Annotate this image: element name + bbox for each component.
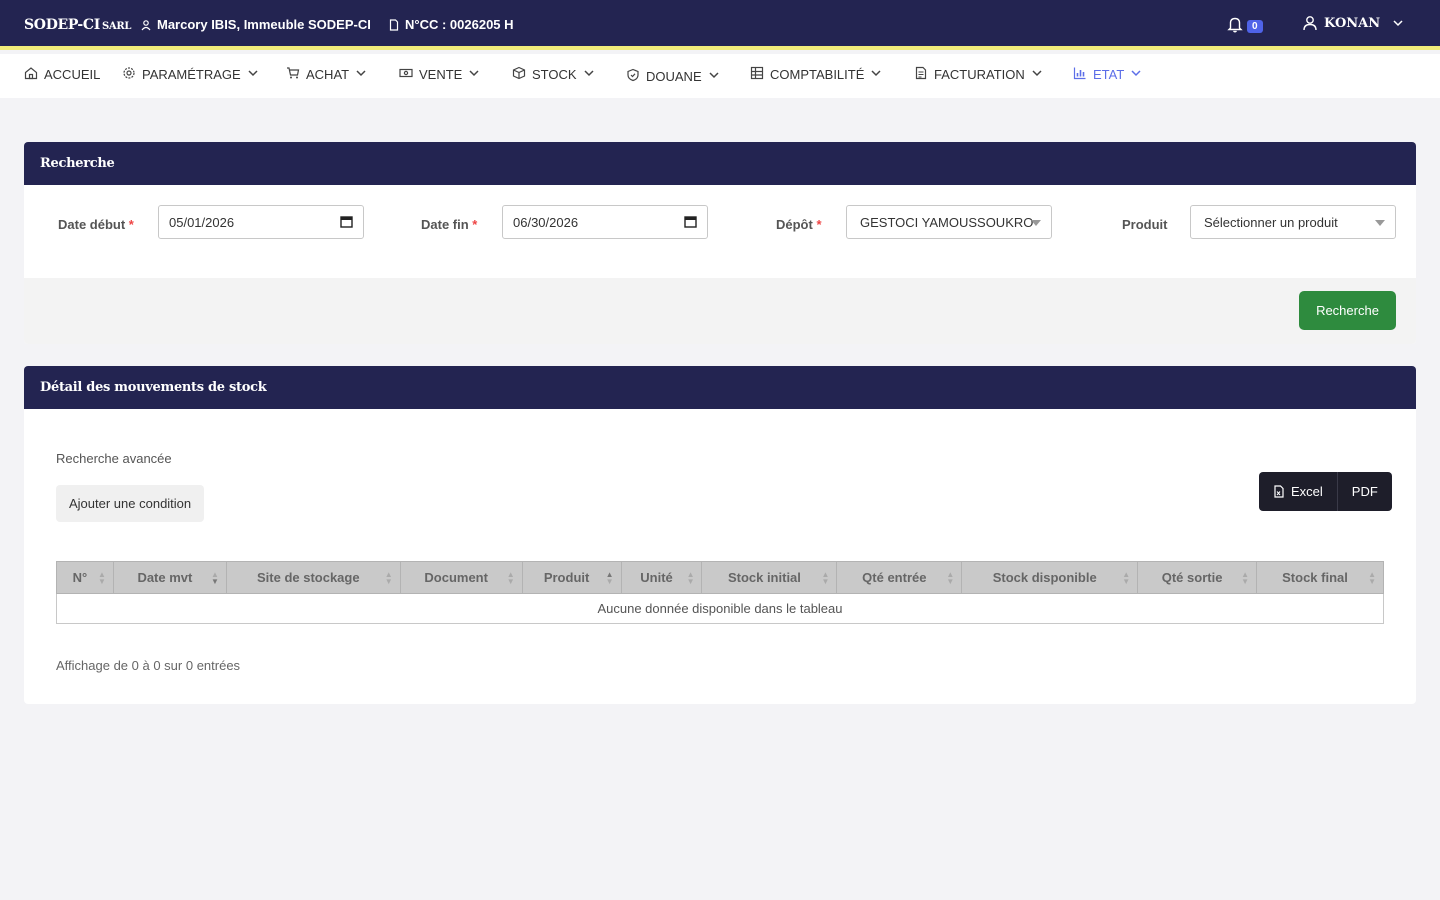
- column-header-site-stockage[interactable]: Site de stockage ▲ ▼: [225, 561, 401, 594]
- nav-label: VENTE: [419, 67, 463, 82]
- chevron-down-icon: [1393, 20, 1403, 27]
- column-header-unite[interactable]: Unité ▲ ▼: [620, 561, 703, 594]
- chevron-down-icon: [584, 70, 594, 77]
- gear-icon: [123, 67, 135, 79]
- search-card-footer: Recherche: [24, 278, 1416, 344]
- user-icon: [1303, 16, 1317, 31]
- nav-item-vente[interactable]: VENTE: [399, 66, 480, 83]
- export-button-group: Excel PDF: [1259, 472, 1392, 511]
- depot-value: GESTOCI YAMOUSSOUKRO: [860, 214, 1034, 230]
- company-ncc: N°CC : 0026205 H: [388, 17, 514, 32]
- table-row: Aucune donnée disponible dans le tableau: [56, 593, 1384, 624]
- nav-label: ACHAT: [306, 67, 350, 82]
- nav-label: ETAT: [1093, 67, 1125, 82]
- search-form: Date début * 05/01/2026 Date fin * 06/30…: [24, 185, 1416, 278]
- search-card-title: Recherche: [24, 142, 1416, 185]
- table-info: Affichage de 0 à 0 sur 0 entrées: [56, 658, 241, 673]
- notifications-button[interactable]: 0: [1226, 15, 1263, 33]
- address-text: Marcory IBIS, Immeuble SODEP-CI: [157, 17, 371, 32]
- produit-select[interactable]: Sélectionner un produit: [1190, 205, 1396, 239]
- nav-item-comptabilite[interactable]: COMPTABILITÉ: [750, 66, 882, 83]
- nav-item-accueil[interactable]: ACCUEIL: [24, 66, 100, 83]
- empty-table-message: Aucune donnée disponible dans le tableau: [56, 593, 1384, 624]
- ncc-text: N°CC : 0026205 H: [405, 17, 514, 32]
- search-button[interactable]: Recherche: [1299, 291, 1396, 330]
- invoice-icon: [915, 66, 927, 80]
- column-header-date-mvt[interactable]: Date mvt ▲ ▼: [112, 561, 227, 594]
- stock-movements-table: N° ▲ ▼ Date mvt ▲ ▼ Site de stockage ▲ ▼ Docum…: [56, 561, 1384, 624]
- nav-label: FACTURATION: [934, 67, 1025, 82]
- nav-label: STOCK: [532, 67, 577, 82]
- user-menu[interactable]: KONAN: [1302, 15, 1404, 31]
- stock-movements-card: Détail des mouvements de stock Recherche…: [24, 366, 1416, 704]
- calendar-icon[interactable]: [340, 215, 353, 228]
- nav-label: DOUANE: [646, 69, 702, 84]
- company-address: Marcory IBIS, Immeuble SODEP-CI: [140, 17, 371, 32]
- chevron-down-icon: [709, 72, 719, 79]
- produit-label: Produit: [1122, 217, 1168, 232]
- brand-suffix: SARL: [101, 21, 132, 32]
- stock-movements-title: Détail des mouvements de stock: [24, 366, 1416, 409]
- chevron-down-icon: [1131, 70, 1141, 77]
- nav-item-facturation[interactable]: FACTURATION: [914, 66, 1043, 83]
- date-debut-value: 05/01/2026: [169, 214, 235, 230]
- brand-logo[interactable]: SODEP-CI SARL: [24, 17, 131, 33]
- cart-icon: [287, 67, 300, 79]
- chevron-down-icon: [356, 70, 366, 77]
- chevron-down-icon: [248, 70, 258, 77]
- pdf-button[interactable]: PDF: [1338, 472, 1392, 511]
- date-debut-label: Date début *: [58, 217, 134, 232]
- shield-icon: [627, 68, 639, 82]
- column-header-produit[interactable]: Produit ▲ ▼: [521, 561, 622, 594]
- file-excel-icon: [1274, 485, 1284, 498]
- chevron-down-icon: [1032, 70, 1042, 77]
- brand-name: SODEP-CI: [24, 17, 100, 33]
- user-name: KONAN: [1324, 15, 1381, 31]
- box-icon: [512, 66, 526, 80]
- depot-label: Dépôt *: [776, 217, 822, 232]
- depot-select[interactable]: GESTOCI YAMOUSSOUKRO: [846, 205, 1052, 239]
- nav-item-etat[interactable]: ETAT: [1073, 66, 1142, 83]
- excel-button[interactable]: Excel: [1259, 472, 1337, 511]
- top-bar: SODEP-CI SARL Marcory IBIS, Immeuble SODE…: [0, 0, 1440, 50]
- chevron-down-icon: [871, 70, 881, 77]
- dropdown-caret-icon: [1031, 220, 1041, 226]
- column-header-stock-disponible[interactable]: Stock disponible ▲ ▼: [961, 561, 1139, 594]
- nav-label: COMPTABILITÉ: [770, 67, 865, 82]
- column-header-stock-final[interactable]: Stock final ▲ ▼: [1256, 561, 1384, 594]
- grid-icon: [750, 66, 764, 80]
- bell-icon: [1227, 17, 1243, 33]
- table-header-row: N° ▲ ▼ Date mvt ▲ ▼ Site de stockage ▲ ▼ Docum…: [56, 561, 1384, 594]
- date-fin-label: Date fin *: [421, 217, 478, 232]
- location-icon: [141, 19, 151, 30]
- date-fin-value: 06/30/2026: [513, 214, 579, 230]
- date-debut-input[interactable]: 05/01/2026: [158, 205, 364, 239]
- nav-item-parametrage[interactable]: PARAMÉTRAGE: [122, 66, 259, 83]
- main-nav: ACCUEIL PARAMÉTRAGE ACHAT VENTE STOCK DO…: [0, 54, 1440, 98]
- column-header-document[interactable]: Document ▲ ▼: [399, 561, 523, 594]
- column-header-stock-initial[interactable]: Stock initial ▲ ▼: [701, 561, 838, 594]
- search-card: Recherche Date début * 05/01/2026 Date f…: [24, 142, 1416, 344]
- calendar-icon[interactable]: [684, 215, 697, 228]
- excel-label: Excel: [1291, 484, 1323, 499]
- nav-label: ACCUEIL: [44, 67, 101, 82]
- dropdown-caret-icon: [1375, 220, 1385, 226]
- add-condition-button[interactable]: Ajouter une condition: [56, 485, 205, 522]
- nav-item-achat[interactable]: ACHAT: [286, 66, 367, 83]
- document-icon: [389, 18, 399, 31]
- notification-badge: 0: [1247, 19, 1263, 33]
- nav-item-stock[interactable]: STOCK: [512, 66, 595, 83]
- date-fin-input[interactable]: 06/30/2026: [502, 205, 708, 239]
- advanced-search-label: Recherche avancée: [56, 451, 172, 466]
- column-header-qte-sortie[interactable]: Qté sortie ▲ ▼: [1137, 561, 1258, 594]
- cash-icon: [399, 68, 413, 78]
- home-icon: [24, 67, 38, 80]
- produit-placeholder: Sélectionner un produit: [1204, 214, 1338, 230]
- column-header-numero[interactable]: N° ▲ ▼: [56, 561, 114, 594]
- chart-icon: [1073, 67, 1086, 80]
- nav-label: PARAMÉTRAGE: [142, 67, 241, 82]
- nav-item-douane[interactable]: DOUANE: [626, 68, 720, 85]
- column-header-qte-entree[interactable]: Qté entrée ▲ ▼: [836, 561, 963, 594]
- chevron-down-icon: [469, 70, 479, 77]
